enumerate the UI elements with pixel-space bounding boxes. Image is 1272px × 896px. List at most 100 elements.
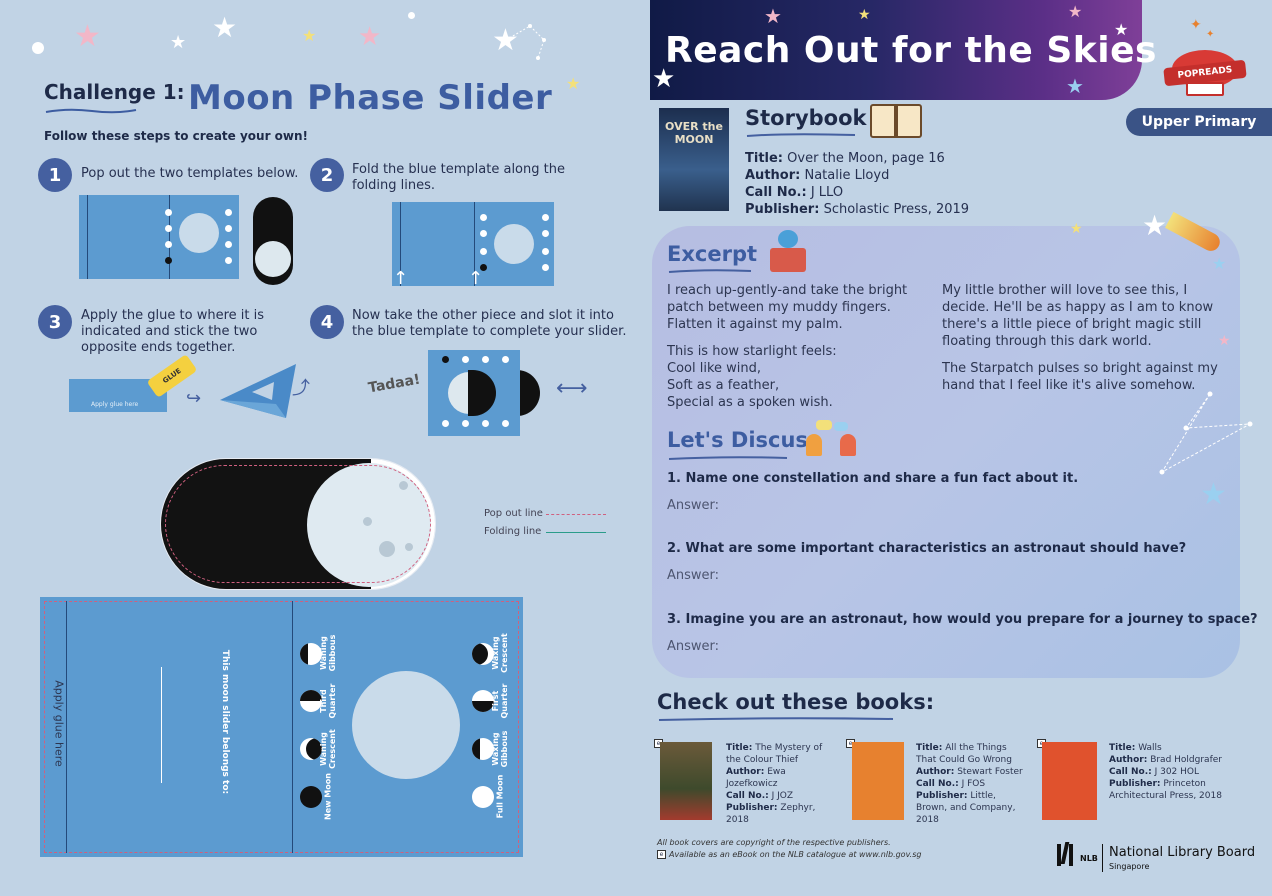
heading-underline [658,717,894,721]
star-icon: ★ [858,7,871,23]
star-icon [32,42,44,54]
storybook-cover: OVER the MOON [659,108,729,211]
folding-line-swatch [546,532,606,533]
level-badge: Upper Primary [1126,108,1272,136]
discussion-question: 3. Imagine you are an astronaut, how wou… [667,612,1258,627]
book-call-no: J JOZ [771,791,794,801]
folded-template-illustration: ↑ ↑ [392,202,554,289]
arrow-right-icon: ↪ [186,388,202,409]
discussion-question: 2. What are some important characteristi… [667,541,1187,556]
star-icon: ★ [358,22,382,52]
name-write-line[interactable] [161,667,162,783]
heading-underline [668,269,752,273]
shooting-star-icon: ★ [1142,209,1168,242]
star-icon: ★ [1066,74,1084,98]
challenge-title: Moon Phase Slider [188,78,553,118]
phase-label: New Moon [323,773,333,820]
discuss-heading: Let's Discuss [667,428,821,452]
book-cover [1042,742,1097,820]
arrow-up-icon: ↑ [393,268,409,289]
storybook-heading: Storybook [745,106,867,130]
step-text: Fold the blue template along the folding… [352,162,565,193]
popreads-logo: POPREADS [1162,46,1248,98]
blue-template: Apply glue here This moon slider belongs… [40,597,523,857]
sparkle-icon: ✦ [1190,17,1202,33]
org-name: National Library Board [1109,845,1256,860]
moon-phase-new-moon [300,786,322,808]
book-title: Walls [1138,743,1162,753]
book-author: Brad Holdgrafer [1150,755,1222,765]
instructions-text: Follow these steps to create your own! [44,129,309,143]
glue-label: GLUE [161,366,183,386]
excerpt-heading: Excerpt [667,242,758,266]
svg-text:★: ★ [492,23,519,58]
legend-pop-out-label: Pop out line [484,508,543,519]
ebook-icon: e [657,850,666,859]
star-icon: ★ [1212,254,1227,273]
storybook-publisher: Scholastic Press, 2019 [823,202,970,217]
excerpt-poem: This is how starlight feels: Cool like w… [667,344,837,410]
star-icon: ★ [74,19,101,54]
star-icon [408,12,415,19]
phase-label: Full Moon [495,774,505,819]
nlb-abbr: NLB [1080,854,1098,863]
pop-out-line-swatch [546,514,606,515]
storybook-details: Title: Over the Moon, page 16 Author: Na… [745,151,970,217]
star-icon: ★ [566,74,581,93]
step-text: Now take the other piece and slot it int… [352,308,627,339]
double-arrow-icon: ⟷ [556,376,588,401]
star-icon: ★ [170,32,187,53]
title-underline [45,108,137,114]
page-title: Reach Out for the Skies [665,30,1157,71]
slider-cutout [160,458,436,590]
step-text: Pop out the two templates below. [81,166,299,181]
excerpt-paragraph: I reach up-gently-and take the bright pa… [667,283,908,332]
heading-underline [746,133,856,137]
answer-label[interactable]: Answer: [667,639,719,654]
storybook-title: Over the Moon, page 16 [787,151,945,166]
challenge-label: Challenge 1: [44,80,185,104]
heading-underline [668,456,788,460]
excerpt-right-column: My little brother will love to see this,… [942,282,1226,404]
ebook-note: Available as an eBook on the NLB catalog… [669,850,922,859]
step-text: Apply the glue to where it is indicated … [81,308,265,355]
blue-template-illustration [79,195,239,279]
storybook-call-no: J LLO [810,185,844,200]
cover-title: OVER the MOON [665,120,723,146]
constellation-icon: ★ [492,23,546,60]
arrow-up-icon: ↑ [468,268,484,289]
book-call-no: J FOS [961,779,986,789]
star-icon: ★ [764,4,782,28]
discussion-characters-icon [804,420,862,460]
step-number: 2 [310,158,344,192]
answer-label[interactable]: Answer: [667,498,719,513]
step-number: 3 [38,305,72,339]
book-details: Title: All the Things That Could Go Wron… [916,743,1023,825]
book-author: Stewart Foster [957,767,1023,777]
star-icon: ★ [1068,2,1083,21]
star-icon: ★ [302,26,317,45]
star-icon: ★ [212,11,238,44]
excerpt-paragraph: My little brother will love to see this,… [942,283,1214,349]
book-details: Title: Walls Author: Brad Holdgrafer Cal… [1109,743,1222,801]
check-out-heading: Check out these books: [657,690,935,714]
excerpt-paragraph: The Starpatch pulses so bright against m… [942,361,1218,393]
moon-window [352,671,460,779]
step-number: 4 [310,305,344,339]
moon-phase-full-moon [472,786,494,808]
book-cover [660,742,712,820]
book-cover [852,742,904,820]
storybook-author: Natalie Lloyd [804,168,890,183]
slider-piece-illustration [253,197,293,285]
answer-label[interactable]: Answer: [667,568,719,583]
finished-slider-illustration [428,350,520,436]
reading-character-icon [768,230,808,274]
org-country: Singapore [1109,862,1150,871]
apply-glue-label: Apply glue here [91,401,139,408]
tadaa-label: Tadaa! [367,371,422,397]
divider [1102,844,1103,872]
book-details: Title: The Mystery of the Colour Thief A… [726,743,823,825]
star-icon: ★ [1070,221,1083,237]
star-icon: ★ [1200,477,1227,512]
arrow-up-curved-icon: ⤴ [292,378,310,399]
